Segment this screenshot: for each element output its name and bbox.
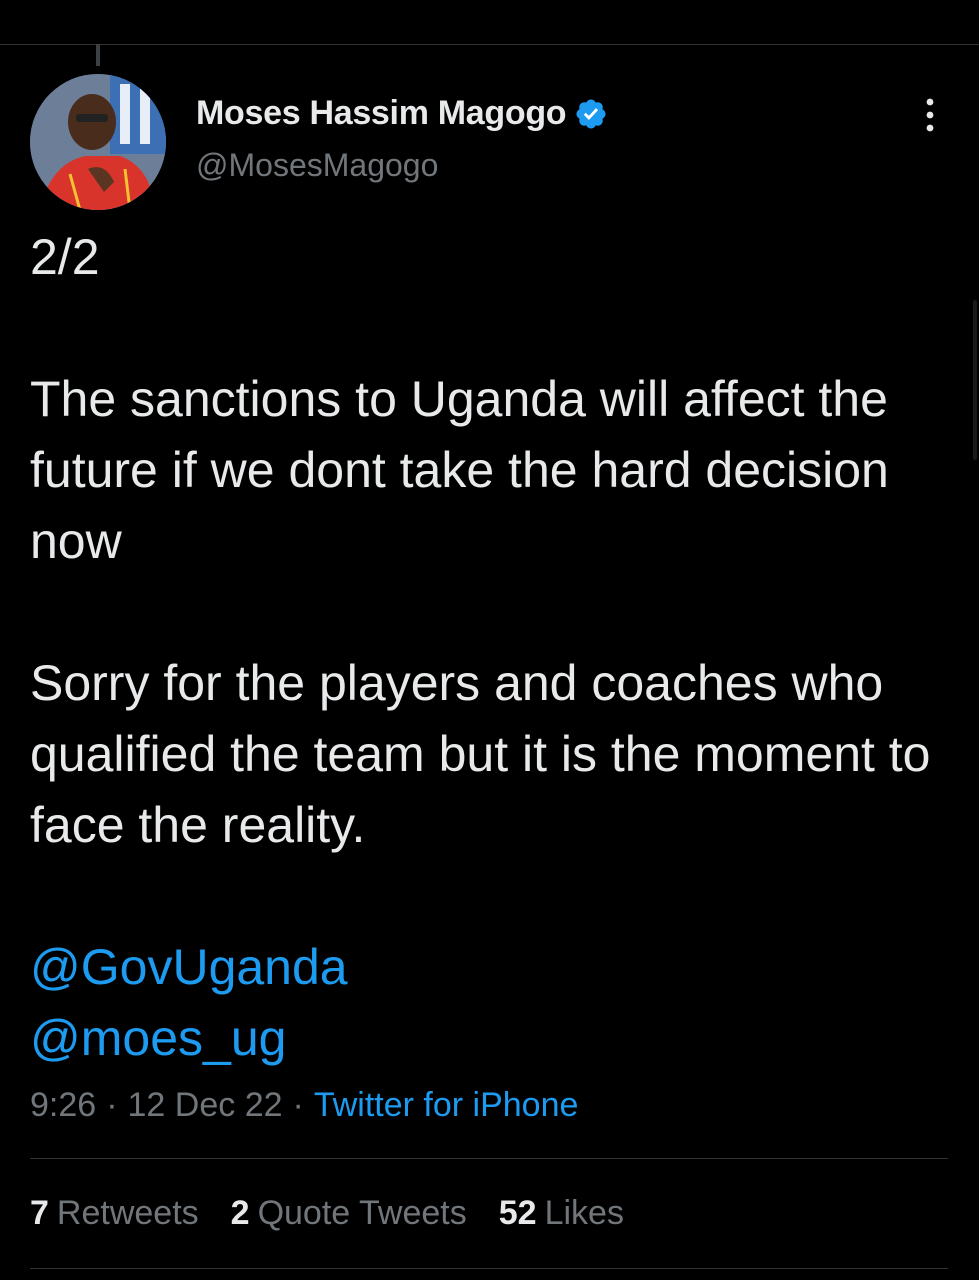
tweet-time: 9:26 bbox=[30, 1086, 97, 1124]
display-name[interactable]: Moses Hassim Magogo bbox=[196, 94, 567, 133]
tweet-stats: 7 Retweets 2 Quote Tweets 52 Likes bbox=[30, 1194, 624, 1233]
verified-badge-icon bbox=[574, 97, 608, 131]
tweet-mentions: @GovUganda @moes_ug bbox=[30, 932, 348, 1074]
mention-link-moes-ug[interactable]: @moes_ug bbox=[30, 1003, 348, 1074]
retweets-count: 7 bbox=[30, 1194, 49, 1232]
likes-stat[interactable]: 52 Likes bbox=[499, 1194, 624, 1233]
quote-tweets-count: 2 bbox=[230, 1194, 250, 1232]
scrollbar[interactable] bbox=[973, 300, 977, 460]
retweets-label: Retweets bbox=[56, 1194, 199, 1232]
meta-separator: · bbox=[106, 1086, 118, 1124]
likes-count: 52 bbox=[498, 1194, 537, 1232]
stats-divider-bottom bbox=[30, 1268, 948, 1269]
mention-link-govuganda[interactable]: @GovUganda bbox=[30, 932, 348, 1003]
user-handle[interactable]: @MosesMagogo bbox=[196, 147, 608, 184]
tweet-header: Moses Hassim Magogo @MosesMagogo bbox=[196, 94, 608, 184]
tweet-source-link[interactable]: Twitter for iPhone bbox=[314, 1086, 579, 1125]
likes-label: Likes bbox=[544, 1194, 624, 1232]
tweet-meta: 9:26 · 12 Dec 22 · Twitter for iPhone bbox=[30, 1086, 578, 1125]
more-vertical-icon[interactable] bbox=[918, 96, 942, 136]
avatar[interactable] bbox=[30, 74, 166, 210]
tweet-date: 12 Dec 22 bbox=[127, 1086, 283, 1124]
stats-divider-top bbox=[30, 1158, 948, 1159]
tweet-text: 2/2 The sanctions to Uganda will affect … bbox=[30, 229, 931, 853]
quote-tweets-stat[interactable]: 2 Quote Tweets bbox=[231, 1194, 467, 1233]
quote-tweets-label: Quote Tweets bbox=[257, 1194, 467, 1232]
thread-connector-line bbox=[96, 44, 100, 66]
top-divider bbox=[0, 44, 979, 45]
retweets-stat[interactable]: 7 Retweets bbox=[30, 1194, 199, 1233]
meta-separator: · bbox=[292, 1086, 304, 1124]
avatar-photo bbox=[30, 74, 166, 210]
